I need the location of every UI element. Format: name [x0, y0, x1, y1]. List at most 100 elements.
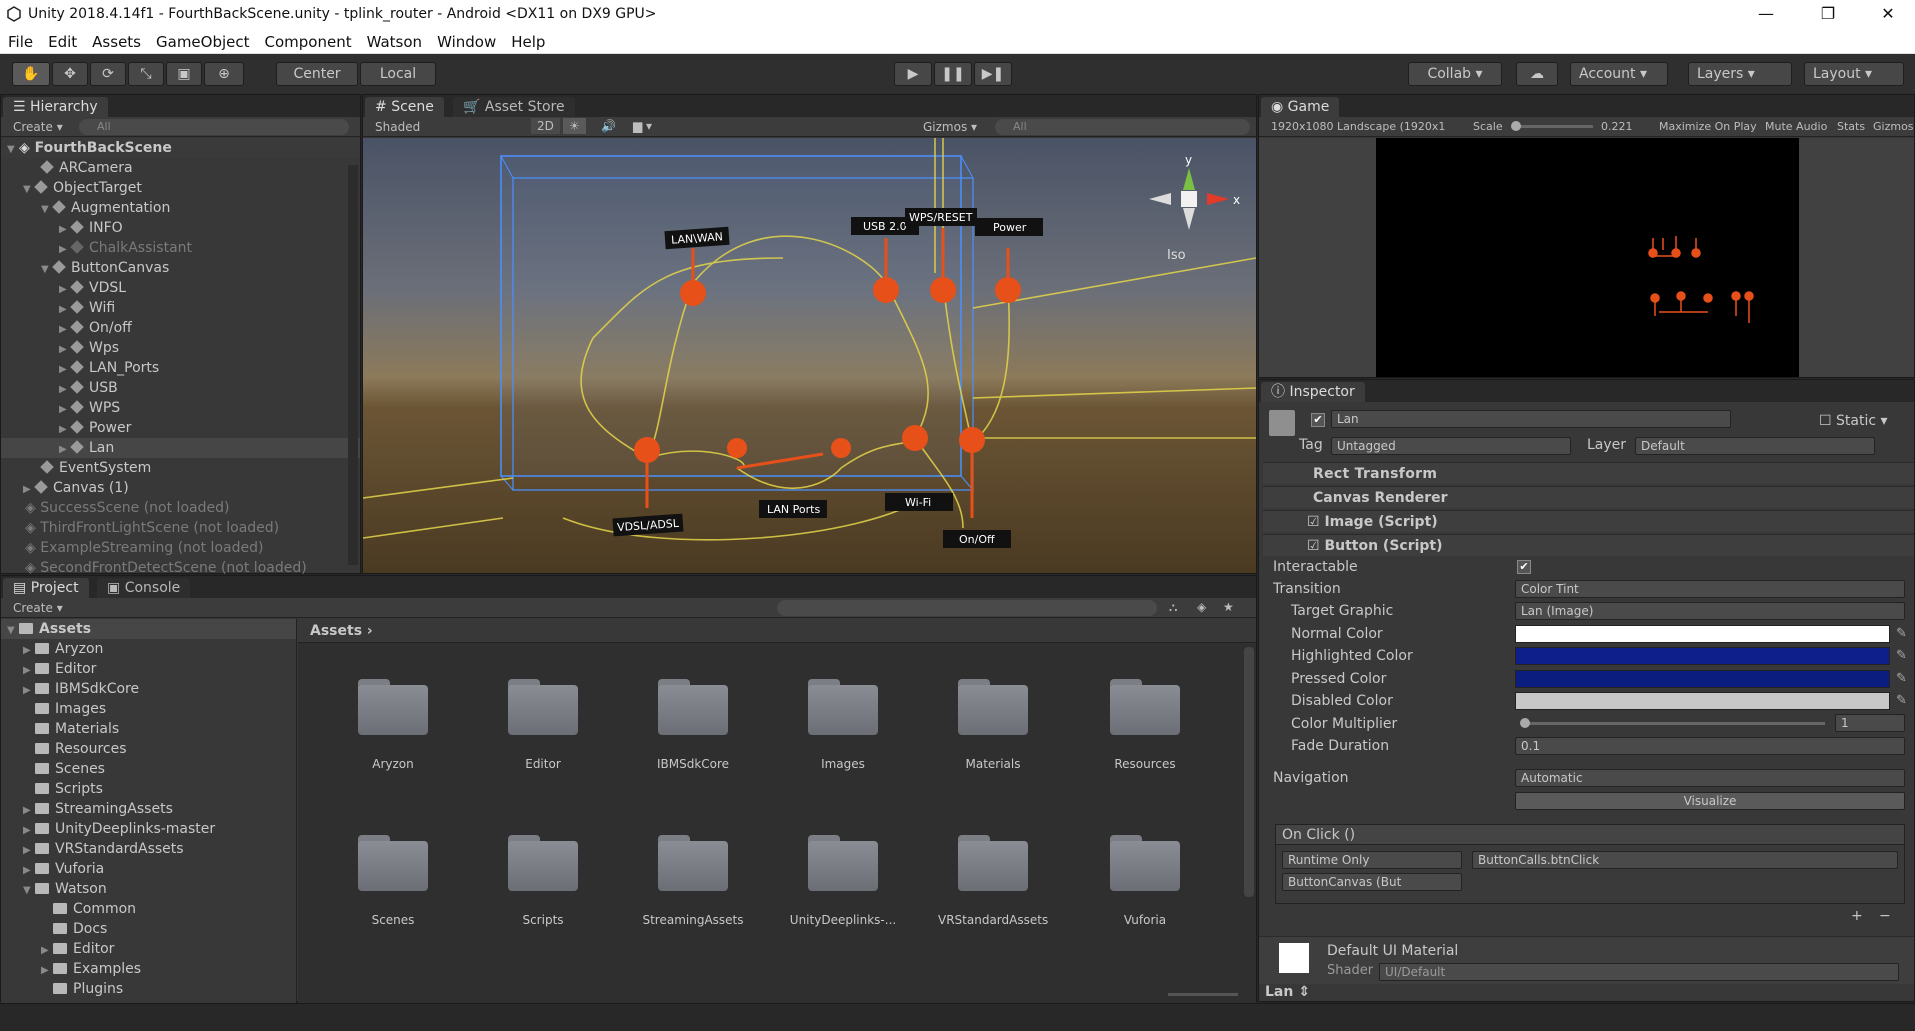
lighting-toggle-icon[interactable]: ☀ — [563, 118, 586, 134]
folder-item[interactable]: Images — [788, 679, 898, 771]
normal-color-swatch[interactable] — [1515, 625, 1890, 643]
tree-item[interactable]: ▶ Editor — [1, 939, 296, 959]
toggle-2d-button[interactable]: 2D — [531, 118, 560, 134]
tree-item[interactable]: Materials — [1, 719, 296, 739]
color-multiplier-thumb[interactable] — [1520, 718, 1530, 728]
object-name-field[interactable]: Lan — [1331, 410, 1731, 428]
eyedropper-icon[interactable]: ✎ — [1896, 626, 1907, 641]
tree-item[interactable]: Scripts — [1, 779, 296, 799]
hierarchy-item-eventsystem[interactable]: EventSystem — [1, 458, 360, 478]
effects-toggle-icon[interactable]: ▆ ▾ — [627, 118, 658, 134]
remove-event-button[interactable]: − — [1879, 908, 1891, 924]
highlighted-color-swatch[interactable] — [1515, 647, 1890, 665]
hierarchy-item-power[interactable]: ▶ Power — [1, 418, 360, 438]
project-grid-scrollbar[interactable] — [1244, 647, 1254, 897]
hierarchy-item-chalkassistant[interactable]: ▶ ChalkAssistant — [1, 238, 360, 258]
tag-dropdown[interactable]: Untagged — [1331, 437, 1571, 455]
menu-gameobject[interactable]: GameObject — [148, 30, 257, 51]
component-rect-transform[interactable]: Rect Transform — [1263, 462, 1914, 484]
disabled-color-swatch[interactable] — [1515, 692, 1890, 710]
callback-dropdown[interactable]: ButtonCalls.btnClick — [1472, 851, 1898, 869]
visualize-button[interactable]: Visualize — [1515, 792, 1905, 810]
hand-tool-button[interactable]: ✋ — [12, 62, 50, 86]
collab-dropdown[interactable]: Collab ▾ — [1408, 62, 1502, 86]
scale-tool-button[interactable]: ⤡ — [128, 62, 164, 86]
tree-item[interactable]: ▶ UnityDeeplinks-master — [1, 819, 296, 839]
tab-console[interactable]: ▣ Console — [97, 578, 191, 598]
tree-item[interactable]: ▶ Vuforia — [1, 859, 296, 879]
filter-type-icon[interactable]: ⛬ — [1169, 600, 1177, 615]
eyedropper-icon[interactable]: ✎ — [1896, 693, 1907, 708]
stats-toggle[interactable]: Stats — [1837, 120, 1865, 133]
rect-tool-button[interactable]: ▣ — [166, 62, 202, 86]
hierarchy-item-wps-upper[interactable]: ▶ WPS — [1, 398, 360, 418]
menu-assets[interactable]: Assets — [84, 30, 148, 51]
project-search-input[interactable] — [777, 600, 1157, 616]
maximize-on-play-toggle[interactable]: Maximize On Play — [1659, 120, 1757, 133]
unloaded-scene-row[interactable]: ◈ ThirdFrontLightScene (not loaded) — [1, 518, 360, 538]
hierarchy-item-canvas[interactable]: ▶ Canvas (1) — [1, 478, 360, 498]
play-button[interactable]: ▶ — [894, 62, 932, 86]
color-multiplier-slider[interactable] — [1520, 718, 1825, 728]
menu-help[interactable]: Help — [503, 30, 552, 51]
pressed-color-swatch[interactable] — [1515, 670, 1890, 688]
unloaded-scene-row[interactable]: ◈ ExampleStreaming (not loaded) — [1, 538, 360, 558]
component-image[interactable]: ☑ Image (Script) — [1263, 510, 1914, 532]
close-button[interactable]: ✕ — [1868, 4, 1908, 26]
folder-item[interactable]: UnityDeeplinks-... — [788, 835, 898, 927]
color-multiplier-field[interactable]: 1 — [1835, 714, 1905, 732]
shader-dropdown[interactable]: UI/Default — [1379, 963, 1899, 981]
hierarchy-item-objecttarget[interactable]: ▼ ObjectTarget — [1, 178, 360, 198]
filter-label-icon[interactable]: ◈ — [1197, 600, 1206, 614]
favorite-star-icon[interactable]: ★ — [1223, 600, 1234, 614]
folder-item[interactable]: Scripts — [488, 835, 598, 927]
target-graphic-field[interactable]: Lan (Image) — [1515, 602, 1905, 620]
audio-toggle-icon[interactable]: 🔊 — [595, 118, 622, 134]
account-dropdown[interactable]: Account ▾ — [1570, 62, 1668, 86]
folder-item[interactable]: IBMSdkCore — [638, 679, 748, 771]
tab-asset-store[interactable]: 🛒 Asset Store — [453, 97, 575, 117]
tree-item[interactable]: ▶ Examples — [1, 959, 296, 979]
tree-item[interactable]: Docs — [1, 919, 296, 939]
rotate-tool-button[interactable]: ⟳ — [90, 62, 126, 86]
component-canvas-renderer[interactable]: Canvas Renderer — [1263, 486, 1914, 508]
folder-item[interactable]: VRStandardAssets — [938, 835, 1048, 927]
hierarchy-search-input[interactable]: All — [79, 119, 349, 135]
tree-item[interactable]: ▶ Aryzon — [1, 639, 296, 659]
step-button[interactable]: ▶❚ — [974, 62, 1012, 86]
add-event-button[interactable]: + — [1851, 908, 1863, 924]
game-viewport[interactable] — [1376, 138, 1799, 377]
tree-item[interactable]: ▶ IBMSdkCore — [1, 679, 296, 699]
tree-item[interactable]: Images — [1, 699, 296, 719]
shading-dropdown[interactable]: Shaded — [375, 120, 420, 134]
tree-item[interactable]: ▶ Editor — [1, 659, 296, 679]
unloaded-scene-row[interactable]: ◈ SuccessScene (not loaded) — [1, 498, 360, 518]
eyedropper-icon[interactable]: ✎ — [1896, 671, 1907, 686]
tree-item[interactable]: Common — [1, 899, 296, 919]
object-reference-field[interactable]: ButtonCanvas (But — [1282, 873, 1462, 891]
icon-size-slider[interactable] — [1168, 993, 1238, 996]
scene-viewport[interactable]: LAN\WAN USB 2.0 WPS/RESET Power VDSL/ADS… — [363, 138, 1256, 573]
unloaded-scene-row[interactable]: ◈ SecondFrontDetectScene (not loaded) — [1, 558, 360, 574]
mute-audio-toggle[interactable]: Mute Audio — [1765, 120, 1827, 133]
pivot-center-button[interactable]: Center — [276, 62, 358, 86]
tab-project[interactable]: ▤ Project — [3, 578, 89, 598]
scene-search-input[interactable]: All — [995, 119, 1250, 135]
layer-dropdown[interactable]: Default — [1635, 437, 1875, 455]
hierarchy-item-info[interactable]: ▶ INFO — [1, 218, 360, 238]
folder-item[interactable]: Resources — [1090, 679, 1200, 771]
runtime-dropdown[interactable]: Runtime Only — [1282, 851, 1462, 869]
hierarchy-item-arcamera[interactable]: ARCamera — [1, 158, 360, 178]
hierarchy-item-lan[interactable]: ▶ Lan — [1, 438, 360, 458]
menu-component[interactable]: Component — [257, 30, 359, 51]
scene-header-row[interactable]: ▼ ◈ FourthBackScene — [1, 138, 360, 158]
scale-slider[interactable] — [1511, 121, 1593, 131]
folder-item[interactable]: Vuforia — [1090, 835, 1200, 927]
transform-tool-button[interactable]: ⊕ — [204, 62, 244, 86]
folder-item[interactable]: StreamingAssets — [638, 835, 748, 927]
tree-item[interactable]: ▶ StreamingAssets — [1, 799, 296, 819]
pivot-local-button[interactable]: Local — [360, 62, 436, 86]
project-create-button[interactable]: Create ▾ — [13, 601, 63, 615]
hierarchy-item-wps[interactable]: ▶ Wps — [1, 338, 360, 358]
folder-item[interactable]: Scenes — [338, 835, 448, 927]
